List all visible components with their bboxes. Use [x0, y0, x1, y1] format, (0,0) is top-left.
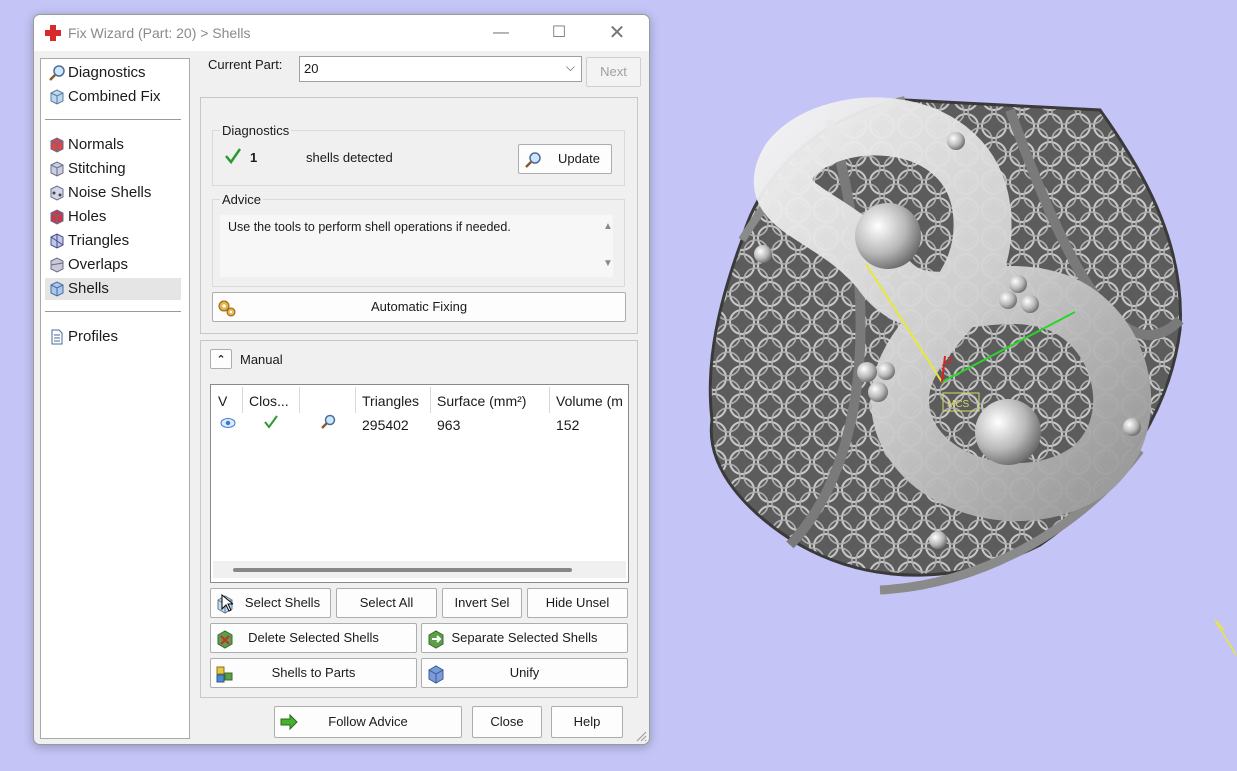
follow-advice-button[interactable]: Follow Advice	[274, 706, 462, 738]
next-button[interactable]: Next	[586, 57, 641, 87]
shells-table[interactable]: V Clos... Triangles Surface (mm²) Volume…	[210, 384, 629, 583]
nav-item-holes[interactable]: Holes	[45, 206, 181, 228]
red-cross-icon	[45, 25, 61, 41]
select-all-button[interactable]: Select All	[336, 588, 437, 618]
diagnostics-status: shells detected	[306, 150, 393, 165]
normals-icon	[50, 137, 64, 153]
window-title: Fix Wizard (Part: 20) > Shells	[68, 25, 251, 41]
nav-item-combined-fix[interactable]: Combined Fix	[45, 86, 181, 108]
origin-label: MCS	[947, 399, 970, 410]
magnifier-icon	[49, 65, 65, 81]
scroll-up-icon[interactable]: ▲	[603, 221, 613, 232]
advice-title: Advice	[220, 192, 264, 207]
update-button[interactable]: Update	[518, 144, 612, 174]
column-header-visible[interactable]: V	[218, 390, 238, 412]
close-window-button[interactable]: ✕	[597, 21, 637, 45]
cube-icon	[50, 89, 64, 105]
nav-item-profiles[interactable]: Profiles	[45, 326, 181, 348]
unify-icon	[428, 665, 444, 684]
noise-shells-icon	[50, 185, 64, 201]
close-button[interactable]: Close	[472, 706, 542, 738]
cell-triangles: 295402	[362, 417, 409, 433]
nav-item-stitching[interactable]: Stitching	[45, 158, 181, 180]
maximize-button[interactable]: ☐	[539, 21, 579, 45]
column-header-surface[interactable]: Surface (mm²)	[437, 390, 549, 412]
column-header-triangles[interactable]: Triangles	[362, 390, 428, 412]
column-header-inspect[interactable]	[305, 390, 353, 412]
title-bar[interactable]: Fix Wizard (Part: 20) > Shells — ☐ ✕	[34, 15, 649, 51]
stitching-icon	[50, 161, 64, 177]
manual-title: Manual	[240, 352, 283, 367]
nav-item-diagnostics[interactable]: Diagnostics	[45, 62, 181, 84]
nav-separator	[45, 119, 181, 120]
overlaps-icon	[50, 257, 64, 273]
separate-shell-icon	[428, 630, 444, 649]
document-icon	[51, 329, 63, 345]
nav-item-overlaps[interactable]: Overlaps	[45, 254, 181, 276]
chevron-down-icon: ⌵	[565, 60, 575, 74]
hide-unsel-button[interactable]: Hide Unsel	[527, 588, 628, 618]
separate-selected-shells-button[interactable]: Separate Selected Shells	[421, 623, 628, 653]
shell-count: 1	[250, 150, 258, 165]
cell-volume: 152	[556, 417, 580, 433]
nav-item-normals[interactable]: Normals	[45, 134, 181, 156]
nav-item-noise-shells[interactable]: Noise Shells	[45, 182, 181, 204]
minimize-button[interactable]: —	[481, 21, 521, 45]
green-arrow-icon	[280, 713, 298, 731]
holes-icon	[50, 209, 64, 225]
wizard-nav: Diagnostics Combined Fix Normals Stitchi…	[40, 58, 190, 739]
check-icon	[264, 415, 278, 429]
triangles-icon	[50, 233, 64, 249]
horizontal-scrollbar[interactable]	[213, 561, 626, 578]
automatic-fixing-button[interactable]: Automatic Fixing	[212, 292, 626, 322]
orientation-gizmo	[1214, 619, 1237, 656]
column-header-closed[interactable]: Clos...	[249, 390, 297, 412]
column-header-volume[interactable]: Volume (m	[556, 390, 626, 412]
scroll-down-icon[interactable]: ▼	[603, 258, 613, 269]
magnifier-icon	[525, 152, 541, 168]
resize-grip-icon[interactable]	[635, 730, 647, 742]
eye-icon[interactable]	[220, 417, 236, 429]
collapse-manual-button[interactable]: ⌃	[210, 349, 232, 369]
gears-icon	[218, 300, 236, 317]
nav-separator	[45, 311, 181, 312]
advice-textbox[interactable]: Use the tools to perform shell operation…	[220, 215, 613, 277]
check-icon	[225, 148, 242, 165]
help-button[interactable]: Help	[551, 706, 623, 738]
fix-wizard-window: Fix Wizard (Part: 20) > Shells — ☐ ✕ Dia…	[33, 14, 650, 745]
nav-item-triangles[interactable]: Triangles	[45, 230, 181, 252]
current-part-label: Current Part:	[208, 57, 283, 72]
invert-sel-button[interactable]: Invert Sel	[442, 588, 522, 618]
shells-to-parts-button[interactable]: Shells to Parts	[210, 658, 417, 688]
delete-shell-icon	[217, 630, 233, 649]
shells-to-parts-icon	[216, 666, 233, 683]
mouse-cursor-icon	[221, 594, 233, 612]
shells-icon	[50, 281, 64, 297]
delete-selected-shells-button[interactable]: Delete Selected Shells	[210, 623, 417, 653]
current-part-select[interactable]: 20 ⌵	[299, 56, 582, 82]
unify-button[interactable]: Unify	[421, 658, 628, 688]
scrollbar-thumb[interactable]	[233, 568, 572, 572]
cell-surface: 963	[437, 417, 461, 433]
z-axis-label: Z	[947, 356, 953, 367]
nav-item-shells[interactable]: Shells	[45, 278, 181, 300]
magnifier-icon[interactable]	[319, 413, 337, 431]
diagnostics-title: Diagnostics	[220, 123, 292, 138]
